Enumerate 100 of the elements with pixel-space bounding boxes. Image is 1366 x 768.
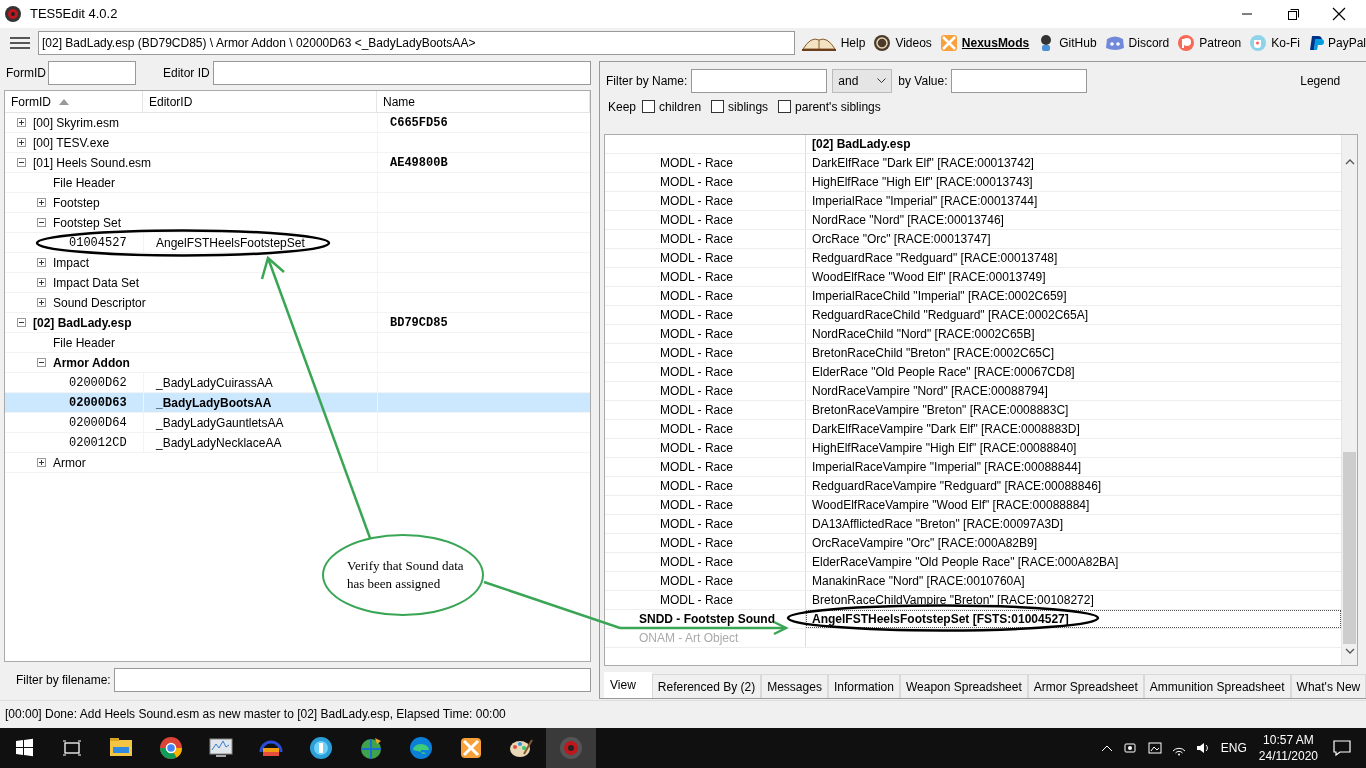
form-id[interactable]: 02000D64 — [69, 413, 127, 432]
tab[interactable]: What's New — [1290, 674, 1366, 698]
checkbox-label[interactable]: children — [659, 97, 702, 116]
tree-item[interactable]: File Header — [53, 173, 116, 192]
toolbar-link[interactable]: Videos — [873, 34, 932, 52]
field-name[interactable]: MODL - Race — [660, 267, 733, 286]
checkbox-label[interactable]: siblings — [728, 97, 769, 116]
field-value[interactable]: AngelFSTHeelsFootstepSet [FSTS:01004527] — [812, 609, 1069, 628]
chevron-up-icon[interactable] — [1100, 744, 1113, 752]
field-name[interactable]: MODL - Race — [660, 324, 733, 343]
tree-item[interactable]: Impact — [53, 253, 89, 272]
expand-icon[interactable] — [37, 258, 46, 267]
field-name[interactable]: MODL - Race — [660, 514, 733, 533]
image-icon[interactable] — [1146, 740, 1163, 756]
field-name[interactable]: MODL - Race — [660, 457, 733, 476]
field-name[interactable]: MODL - Race — [660, 590, 733, 609]
field-value[interactable]: NordRaceVampire "Nord" [RACE:00088794] — [812, 381, 1048, 400]
field-name[interactable]: MODL - Race — [660, 362, 733, 381]
tree-item[interactable]: Impact Data Set — [53, 273, 140, 292]
expand-icon[interactable] — [37, 458, 46, 467]
toolbar-link[interactable]: Discord — [1104, 34, 1170, 52]
field-value[interactable]: BretonRaceChildVampire "Breton" [RACE:00108272] — [812, 590, 1094, 609]
field-value[interactable]: WoodElfRaceVampire "Wood Elf" [RACE:00088884] — [812, 495, 1090, 514]
tab[interactable]: Weapon Spreadsheet — [899, 674, 1028, 698]
field-name[interactable]: MODL - Race — [660, 476, 733, 495]
filename-filter-field[interactable] — [113, 668, 591, 692]
tab[interactable]: Information — [827, 674, 900, 698]
toolbar-link[interactable]: NexusMods — [939, 34, 1030, 52]
notification-icon[interactable] — [1332, 739, 1352, 757]
tree-item[interactable]: Armor Addon — [53, 353, 130, 372]
editorid-field[interactable] — [212, 61, 591, 85]
field-value[interactable]: OrcRaceVampire "Orc" [RACE:000A82B9] — [812, 533, 1038, 552]
tree-item[interactable]: File Header — [53, 333, 116, 352]
checkbox[interactable] — [778, 100, 792, 114]
clock[interactable]: 10:57 AM 24/11/2020 — [1258, 732, 1318, 764]
field-value[interactable]: OrcRace "Orc" [RACE:00013747] — [812, 229, 991, 248]
tab[interactable]: Ammunition Spreadsheet — [1143, 674, 1291, 698]
toolbar-link[interactable]: Ko-Fi — [1249, 34, 1300, 52]
field-name[interactable]: MODL - Race — [660, 419, 733, 438]
tree-item[interactable]: [00] TESV.exe — [33, 133, 110, 152]
field-name[interactable]: MODL - Race — [660, 495, 733, 514]
expand-icon[interactable] — [37, 198, 46, 207]
field-name[interactable]: MODL - Race — [660, 286, 733, 305]
tree-item[interactable]: Footstep — [53, 193, 100, 212]
field-value[interactable]: RedguardRace "Redguard" [RACE:00013748] — [812, 248, 1058, 267]
field-value[interactable]: DarkElfRaceVampire "Dark Elf" [RACE:0008883D] — [812, 419, 1080, 438]
camera-icon[interactable] — [1122, 740, 1139, 756]
editor-id[interactable]: _BadyLadyGauntletsAA — [156, 413, 284, 432]
toolbar-link[interactable]: Patreon — [1177, 34, 1242, 52]
column-header[interactable]: FormID — [5, 91, 143, 112]
form-id[interactable]: 020012CD — [69, 433, 127, 452]
field-name[interactable]: MODL - Race — [660, 533, 733, 552]
field-value[interactable]: BretonRaceVampire "Breton" [RACE:0008883C] — [812, 400, 1069, 419]
editor-id[interactable]: _BadyLadyCuirassAA — [156, 373, 273, 392]
column-header[interactable]: Name — [377, 91, 590, 112]
volume-icon[interactable] — [1194, 740, 1211, 756]
editor-id[interactable]: _BadyLadyNecklaceAA — [156, 433, 282, 452]
field-value[interactable]: ElderRaceVampire "Old People Race" [RACE:000A82BA] — [812, 552, 1119, 571]
formid-field[interactable] — [48, 61, 136, 85]
tree-item[interactable]: [02] BadLady.esp — [33, 313, 132, 332]
field-value[interactable]: HighElfRace "High Elf" [RACE:00013743] — [812, 172, 1033, 191]
tree-item[interactable]: Sound Descriptor — [53, 293, 146, 312]
tree-item[interactable]: Footstep Set — [53, 213, 122, 232]
field-name[interactable]: MODL - Race — [660, 229, 733, 248]
path-field[interactable]: [02] BadLady.esp (BD79CD85) \ Armor Addon \ 02000D63 <_BadyLadyBootsAA> — [38, 31, 795, 55]
scrollbar[interactable] — [1341, 134, 1358, 666]
collapse-icon[interactable] — [37, 218, 46, 227]
field-value[interactable]: ImperialRaceChild "Imperial" [RACE:0002C659] — [812, 286, 1067, 305]
expand-icon[interactable] — [37, 278, 46, 287]
field-name[interactable]: MODL - Race — [660, 400, 733, 419]
field-name[interactable]: MODL - Race — [660, 153, 733, 172]
field-name[interactable]: MODL - Race — [660, 343, 733, 362]
field-name[interactable]: MODL - Race — [660, 438, 733, 457]
toolbar-link[interactable]: Help — [800, 34, 866, 52]
form-id[interactable]: 01004527 — [69, 233, 127, 252]
collapse-icon[interactable] — [17, 318, 26, 327]
checkbox-label[interactable]: parent's siblings — [795, 97, 881, 116]
tree-item[interactable]: [00] Skyrim.esm — [33, 113, 119, 132]
field-value[interactable]: RedguardRaceChild "Redguard" [RACE:0002C65A] — [812, 305, 1088, 324]
editor-id[interactable]: _BadyLadyBootsAA — [156, 393, 272, 412]
field-value[interactable]: ElderRace "Old People Race" [RACE:00067CD8] — [812, 362, 1075, 381]
field-name[interactable]: MODL - Race — [660, 172, 733, 191]
form-id[interactable]: 02000D62 — [69, 373, 127, 392]
field-value[interactable]: BretonRaceChild "Breton" [RACE:0002C65C] — [812, 343, 1054, 362]
tree-item[interactable]: [01] Heels Sound.esm — [33, 153, 152, 172]
tab[interactable]: Armor Spreadsheet — [1027, 674, 1144, 698]
field-name[interactable]: MODL - Race — [660, 571, 733, 590]
form-id[interactable]: 02000D63 — [69, 393, 127, 412]
tree-item[interactable]: Armor — [53, 453, 86, 472]
field-name[interactable]: MODL - Race — [660, 552, 733, 571]
menu-icon[interactable] — [10, 36, 30, 50]
expand-icon[interactable] — [37, 298, 46, 307]
field-value[interactable]: DA13AfflictedRace "Breton" [RACE:00097A3D] — [812, 514, 1064, 533]
legend-link[interactable]: Legend — [1300, 71, 1341, 90]
column-header[interactable]: EditorID — [143, 91, 377, 112]
value-filter-field[interactable] — [950, 68, 1087, 93]
field-name[interactable]: SNDD - Footstep Sound — [639, 609, 775, 628]
field-value[interactable]: WoodElfRace "Wood Elf" [RACE:00013749] — [812, 267, 1046, 286]
scrollbar-thumb[interactable] — [1343, 451, 1357, 644]
expand-icon[interactable] — [17, 118, 26, 127]
